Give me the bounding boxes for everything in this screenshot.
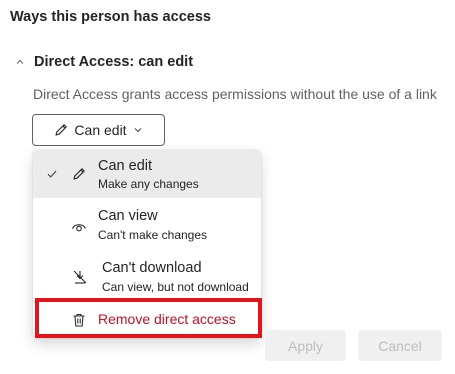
direct-access-title: Direct Access: can edit xyxy=(34,54,194,70)
menu-item-description: Can't make changes xyxy=(98,228,208,242)
menu-item-description: Make any changes xyxy=(98,177,199,191)
pencil-icon xyxy=(73,168,85,180)
section-title: Ways this person has access xyxy=(10,9,211,25)
permission-dropdown[interactable]: Can edit xyxy=(32,114,165,146)
pencil-icon xyxy=(55,124,68,136)
menu-item-label: Can view xyxy=(98,208,158,224)
direct-access-description: Direct Access grants access permissions … xyxy=(33,86,437,102)
menu-item-label: Can't download xyxy=(102,260,202,276)
trash-icon xyxy=(73,313,85,327)
checkmark-icon xyxy=(47,170,57,178)
menu-item-can-view[interactable]: Can view Can't make changes xyxy=(33,200,261,250)
permission-menu: Can edit Make any changes Can view Can't… xyxy=(33,150,261,338)
menu-item-description: Can view, but not download xyxy=(102,280,249,294)
menu-item-label: Can edit xyxy=(98,158,153,174)
chevron-up-icon[interactable] xyxy=(14,56,26,68)
menu-item-cant-download[interactable]: Can't download Can view, but not downloa… xyxy=(33,252,261,300)
permission-dropdown-label: Can edit xyxy=(74,122,127,138)
eye-icon xyxy=(71,224,87,232)
menu-item-can-edit[interactable]: Can edit Make any changes xyxy=(33,150,261,198)
no-download-icon xyxy=(73,270,87,284)
remove-direct-access-item[interactable]: Remove direct access xyxy=(33,302,261,338)
chevron-down-icon xyxy=(134,128,141,133)
direct-access-header[interactable]: Direct Access: can edit xyxy=(14,54,193,70)
apply-button[interactable]: Apply xyxy=(265,330,346,361)
remove-direct-access-label: Remove direct access xyxy=(98,311,236,327)
cancel-button[interactable]: Cancel xyxy=(358,330,442,361)
